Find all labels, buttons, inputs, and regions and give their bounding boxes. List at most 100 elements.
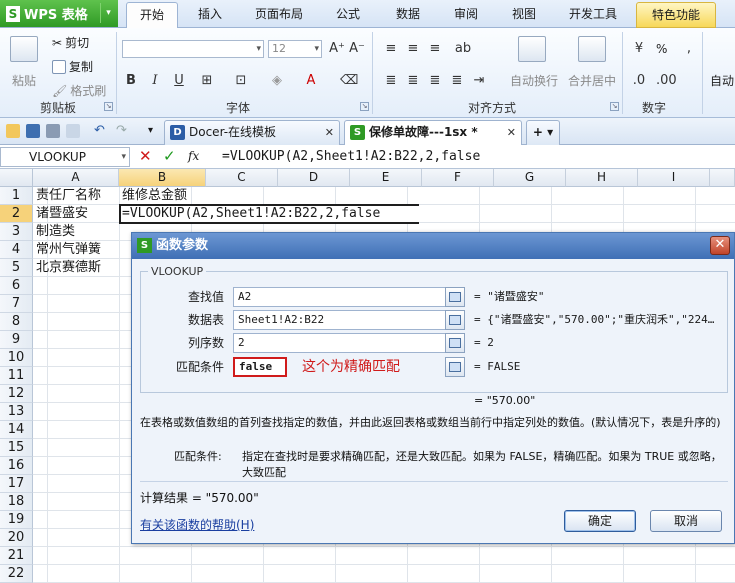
cell-a5[interactable]: 北京赛德斯 [34,259,119,277]
customize-toolbar-icon[interactable]: ▾ [148,124,162,138]
tab-insert[interactable]: 插入 [186,2,234,28]
align-center-icon[interactable]: ≣ [404,72,422,90]
confirm-formula-icon[interactable]: ✓ [163,147,176,165]
wrap-text-icon[interactable] [518,36,546,62]
wrap-text-button[interactable]: 自动换行 [510,72,558,89]
font-name-combo[interactable] [122,40,264,58]
save-icon[interactable] [26,124,40,138]
tab-formulas[interactable]: 公式 [324,2,372,28]
tab-data[interactable]: 数据 [384,2,432,28]
underline-button[interactable]: U [170,72,188,90]
format-painter-button[interactable]: 🖌 格式刷 [52,82,106,99]
cell-b2-editing[interactable]: =VLOOKUP(A2,Sheet1!A2:B22,2,false [119,204,419,224]
range-select-button[interactable] [445,333,465,353]
font-color-icon[interactable]: A [302,72,320,90]
doc-tab-active-workbook[interactable]: S 保修单故障---1sx * ✕ [344,120,522,145]
dialog-title-bar[interactable]: S 函数参数 [132,233,734,259]
row-header[interactable]: 7 [0,295,33,313]
tab-page-layout[interactable]: 页面布局 [246,2,312,28]
row-header[interactable]: 14 [0,421,33,439]
close-icon[interactable]: ✕ [507,121,516,144]
text-direction-icon[interactable]: ab [454,40,472,58]
row-header[interactable]: 10 [0,349,33,367]
justify-icon[interactable]: ≣ [448,72,466,90]
row-header[interactable]: 20 [0,529,33,547]
row-header[interactable]: 13 [0,403,33,421]
bold-button[interactable]: B [122,72,140,90]
font-launcher-icon[interactable]: ↘ [360,102,369,111]
currency-icon[interactable]: ¥ [630,40,648,58]
cell-a3[interactable]: 制造类 [34,223,119,241]
range-select-button[interactable] [445,287,465,307]
row-header[interactable]: 17 [0,475,33,493]
cell-a1[interactable]: 责任厂名称 [34,187,119,205]
align-middle-icon[interactable]: ≡ [404,40,422,58]
row-header[interactable]: 3 [0,223,33,241]
print-icon[interactable] [46,124,60,138]
row-header[interactable]: 4 [0,241,33,259]
row-header[interactable]: 1 [0,187,33,205]
name-box[interactable]: VLOOKUP [0,147,130,167]
column-header[interactable]: B [119,169,206,187]
column-header[interactable]: F [422,169,494,187]
tab-special-features[interactable]: 特色功能 [636,2,716,28]
formula-input[interactable]: =VLOOKUP(A2,Sheet1!A2:B22,2,false [222,148,480,166]
row-header[interactable]: 22 [0,565,33,583]
indent-icon[interactable]: ⇥ [470,72,488,90]
row-header[interactable]: 11 [0,367,33,385]
clipboard-launcher-icon[interactable]: ↘ [104,102,113,111]
merge-center-icon[interactable] [578,36,606,62]
column-header[interactable] [710,169,735,187]
cell-b1[interactable]: 维修总金额 [120,187,206,205]
auto-button[interactable]: 自动 [710,72,734,89]
italic-button[interactable]: I [146,72,164,90]
tab-review[interactable]: 审阅 [442,2,490,28]
open-folder-icon[interactable] [6,124,20,138]
select-all-corner[interactable] [0,169,33,187]
row-header[interactable]: 16 [0,457,33,475]
row-header[interactable]: 12 [0,385,33,403]
alignment-launcher-icon[interactable]: ↘ [610,102,619,111]
border-icon[interactable]: ⊞ [198,72,216,90]
lookup-value-input[interactable]: A2 [233,287,465,307]
row-header[interactable]: 18 [0,493,33,511]
range-select-button[interactable] [445,357,465,377]
thousands-icon[interactable]: , [680,40,698,58]
app-menu-button[interactable]: S WPS 表格 ▾ [0,0,118,27]
row-header[interactable]: 21 [0,547,33,565]
paste-icon[interactable] [10,36,38,62]
row-header[interactable]: 9 [0,331,33,349]
chevron-down-icon[interactable]: ▾ [100,3,116,23]
row-header[interactable]: 8 [0,313,33,331]
undo-icon[interactable]: ↶ [94,124,108,138]
range-lookup-input[interactable]: false [233,357,287,377]
grow-font-icon[interactable]: A⁺ [328,40,346,58]
column-header[interactable]: E [350,169,422,187]
column-header[interactable]: A [33,169,119,187]
increase-decimal-icon[interactable]: .0 [630,72,648,90]
copy-button[interactable]: 复制 [52,58,93,75]
font-size-combo[interactable]: 12 [268,40,322,58]
row-header[interactable]: 5 [0,259,33,277]
new-tab-button[interactable]: + ▾ [526,120,560,145]
close-icon[interactable]: ✕ [325,121,334,144]
align-top-icon[interactable]: ≡ [382,40,400,58]
range-select-button[interactable] [445,310,465,330]
clear-format-icon[interactable]: ⌫ [340,72,358,90]
column-header[interactable]: H [566,169,638,187]
close-dialog-button[interactable]: ✕ [710,236,730,255]
cut-button[interactable]: ✂ 剪切 [52,34,89,51]
redo-icon[interactable]: ↷ [116,124,130,138]
column-header[interactable]: G [494,169,566,187]
align-left-icon[interactable]: ≣ [382,72,400,90]
row-header[interactable]: 19 [0,511,33,529]
insert-function-icon[interactable]: fx [188,149,199,163]
shrink-font-icon[interactable]: A⁻ [348,40,366,58]
percent-button[interactable]: % [656,42,667,56]
tab-home[interactable]: 开始 [126,2,178,28]
column-header[interactable]: I [638,169,710,187]
tab-developer[interactable]: 开发工具 [560,2,626,28]
align-bottom-icon[interactable]: ≡ [426,40,444,58]
cell-a4[interactable]: 常州气弹簧 [34,241,119,259]
row-header[interactable]: 6 [0,277,33,295]
